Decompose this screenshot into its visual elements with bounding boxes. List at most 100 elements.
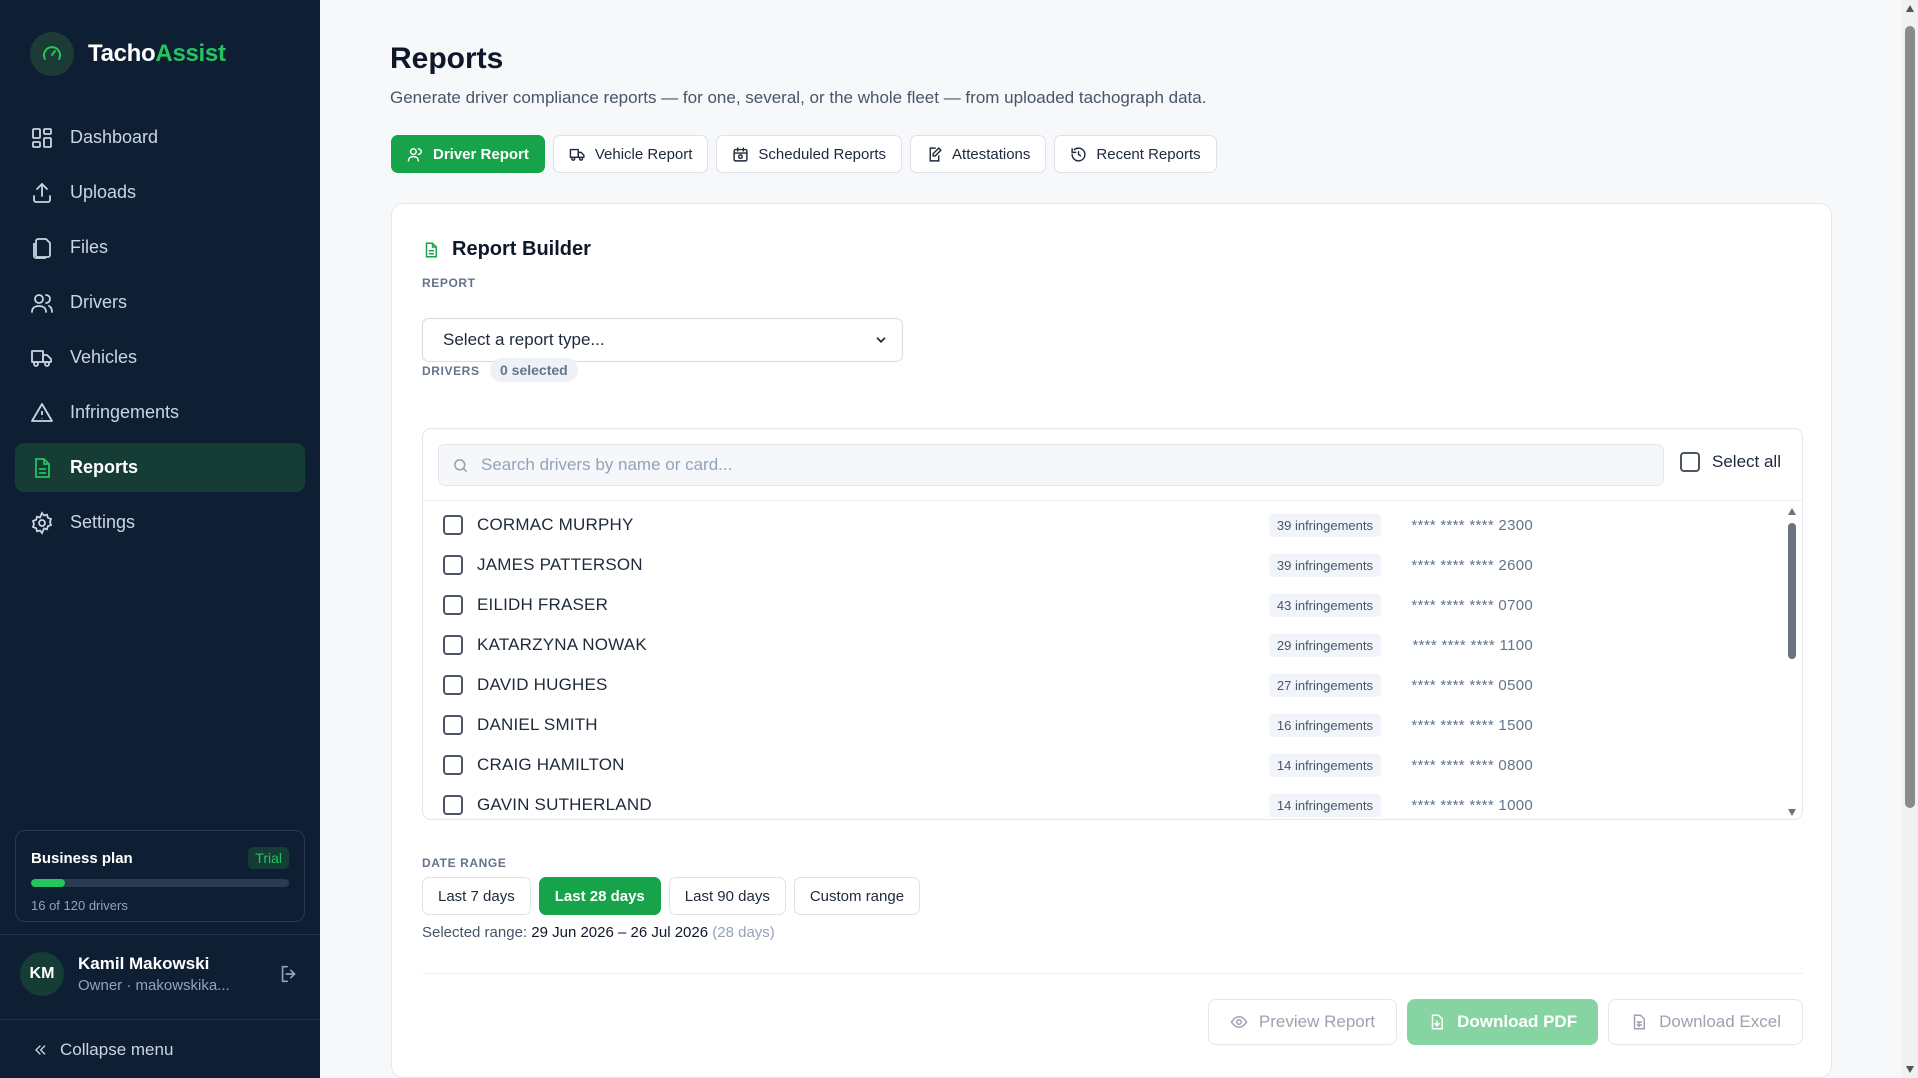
logout-icon[interactable]	[278, 963, 300, 985]
sidebar-item-settings[interactable]: Settings	[15, 498, 305, 547]
tab-attestations[interactable]: Attestations	[910, 135, 1047, 173]
scroll-down-arrow-icon[interactable]	[1787, 807, 1797, 817]
truck-icon	[569, 148, 585, 161]
sidebar-item-label: Settings	[70, 512, 136, 532]
range-custom[interactable]: Custom range	[793, 877, 921, 915]
checkbox[interactable]	[443, 515, 463, 535]
driver-list-scrollbar[interactable]	[1786, 507, 1798, 817]
report-builder-header: Report Builder	[422, 238, 591, 261]
gauge-logo-icon	[30, 32, 74, 76]
infringement-count-badge: 29 infringements	[1268, 633, 1381, 657]
range-last-7-days[interactable]: Last 7 days	[422, 877, 531, 915]
plan-title: Business plan	[31, 849, 133, 867]
driver-name: CORMAC MURPHY	[477, 515, 634, 534]
select-all-checkbox[interactable]: Select all	[1680, 452, 1781, 472]
scroll-up-arrow-icon[interactable]	[1905, 4, 1915, 14]
page-title: Reports	[390, 42, 504, 75]
driver-meta: 14 infringements **** **** **** 0800	[1268, 753, 1533, 777]
download-excel-button[interactable]: Download Excel	[1608, 999, 1803, 1045]
checkbox[interactable]	[443, 675, 463, 695]
user-name: Kamil Makowski	[78, 954, 210, 973]
checkbox[interactable]	[443, 555, 463, 575]
window-scrollbar[interactable]	[1902, 0, 1918, 1078]
plan-usage-text: 16 of 120 drivers	[31, 898, 128, 913]
sidebar-item-dashboard[interactable]: Dashboard	[15, 113, 305, 162]
driver-card-number: **** **** **** 2300	[1411, 516, 1533, 534]
driver-row[interactable]: KATARZYNA NOWAK 29 infringements **** ****…	[443, 627, 1533, 663]
warning-icon	[31, 402, 53, 422]
brand[interactable]: TachoAssist	[30, 32, 226, 76]
driver-row[interactable]: GAVIN SUTHERLAND 14 infringements **** ***…	[443, 787, 1533, 819]
sidebar-item-vehicles[interactable]: Vehicles	[15, 333, 305, 382]
upload-icon	[33, 182, 51, 203]
scroll-down-arrow-icon[interactable]	[1905, 1064, 1915, 1074]
selected-range-days: (28 days)	[712, 924, 775, 941]
search-input[interactable]	[481, 455, 1631, 475]
user-profile[interactable]: KM Kamil Makowski Owner · makowskika...	[20, 952, 300, 996]
range-last-90-days[interactable]: Last 90 days	[668, 877, 786, 915]
driver-name: JAMES PATTERSON	[477, 555, 643, 574]
scroll-thumb[interactable]	[1788, 523, 1796, 659]
tab-driver-report[interactable]: Driver Report	[391, 135, 545, 173]
driver-meta: 16 infringements **** **** **** 1500	[1268, 713, 1533, 737]
driver-list: CORMAC MURPHY 39 infringements **** **** *…	[423, 501, 1802, 819]
driver-card-number: **** **** **** 1000	[1411, 796, 1533, 814]
checkbox[interactable]	[1680, 452, 1700, 472]
driver-row[interactable]: DAVID HUGHES 27 infringements **** **** **…	[443, 667, 1533, 703]
users-icon	[31, 293, 53, 313]
sidebar-item-label: Reports	[70, 457, 139, 477]
driver-card-number: **** **** **** 0700	[1411, 596, 1533, 614]
date-range-label: DATE RANGE	[422, 856, 507, 870]
checkbox[interactable]	[443, 635, 463, 655]
report-type-select[interactable]: Select a report type...	[422, 318, 903, 362]
report-actions: Preview Report Download PDF Download Exc…	[1207, 999, 1803, 1045]
avatar: KM	[20, 952, 64, 996]
driver-row[interactable]: DANIEL SMITH 16 infringements **** **** **…	[443, 707, 1533, 743]
tab-scheduled-reports[interactable]: Scheduled Reports	[716, 135, 903, 173]
sidebar-item-reports[interactable]: Reports	[15, 443, 305, 492]
sidebar-item-uploads[interactable]: Uploads	[15, 168, 305, 217]
sidebar: TachoAssist Dashboard Uploads Files Driv…	[0, 0, 320, 1078]
report-field-label: REPORT	[422, 276, 476, 290]
search-icon	[454, 458, 467, 472]
driver-meta: 29 infringements **** **** **** 1100	[1268, 633, 1533, 657]
tab-recent-reports[interactable]: Recent Reports	[1054, 135, 1217, 173]
driver-meta: 27 infringements **** **** **** 0500	[1268, 673, 1533, 697]
window-scroll-thumb[interactable]	[1905, 26, 1915, 808]
scroll-up-arrow-icon[interactable]	[1787, 507, 1797, 517]
checkbox[interactable]	[443, 755, 463, 775]
calendar-clock-icon	[733, 146, 749, 162]
driver-row[interactable]: EILIDH FRASER 43 infringements **** **** *…	[443, 587, 1533, 623]
sidebar-item-label: Infringements	[70, 402, 180, 422]
preview-report-button[interactable]: Preview Report	[1207, 999, 1398, 1045]
tab-vehicle-report[interactable]: Vehicle Report	[552, 135, 709, 173]
checkbox[interactable]	[443, 715, 463, 735]
checkbox[interactable]	[443, 795, 463, 815]
checkbox[interactable]	[443, 595, 463, 615]
sidebar-item-drivers[interactable]: Drivers	[15, 278, 305, 327]
collapse-menu-button[interactable]: Collapse menu	[32, 1040, 173, 1060]
range-last-28-days[interactable]: Last 28 days	[538, 877, 661, 915]
sidebar-item-files[interactable]: Files	[15, 223, 305, 272]
document-icon	[425, 242, 437, 257]
driver-name: EILIDH FRASER	[477, 595, 609, 614]
report-type-value: Select a report type...	[443, 330, 605, 349]
brand-name: TachoAssist	[88, 40, 226, 67]
driver-row[interactable]: CORMAC MURPHY 39 infringements **** **** *…	[443, 507, 1533, 543]
select-all-label: Select all	[1712, 452, 1781, 471]
sidebar-item-infringements[interactable]: Infringements	[15, 388, 305, 437]
sidebar-item-label: Uploads	[70, 182, 137, 202]
report-icon	[35, 457, 50, 478]
download-pdf-button[interactable]: Download PDF	[1407, 999, 1599, 1045]
driver-card-number: **** **** **** 2600	[1411, 556, 1533, 574]
driver-name: DANIEL SMITH	[477, 715, 598, 734]
chevron-down-icon	[876, 337, 886, 343]
truck-icon	[31, 349, 52, 367]
page-subtitle: Generate driver compliance reports — for…	[390, 88, 1207, 107]
driver-search[interactable]	[438, 444, 1664, 486]
sidebar-divider	[0, 934, 320, 935]
drivers-field-label: DRIVERS	[422, 364, 480, 378]
driver-row[interactable]: CRAIG HAMILTON 14 infringements **** **** …	[443, 747, 1533, 783]
driver-row[interactable]: JAMES PATTERSON 39 infringements **** ****…	[443, 547, 1533, 583]
actions-divider	[422, 973, 1803, 974]
